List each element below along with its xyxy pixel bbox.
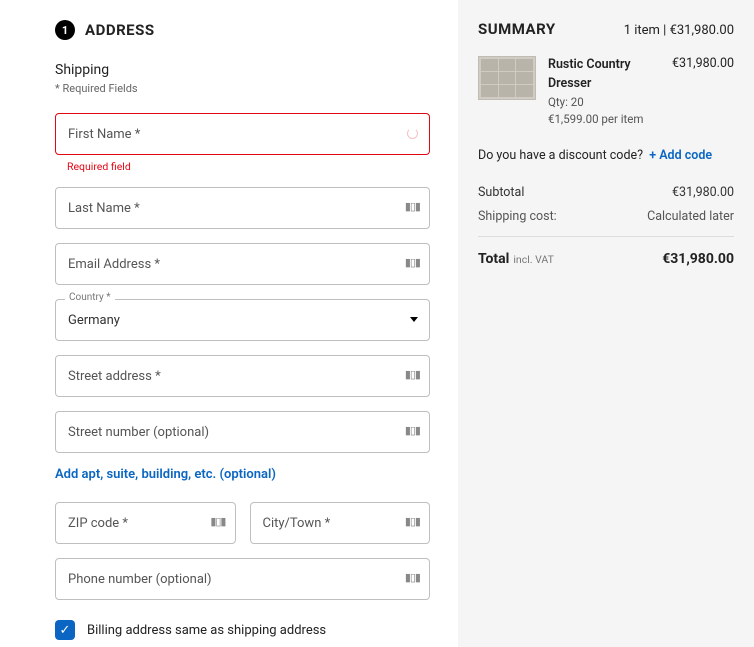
autofill-icon: ▮▯▮: [210, 515, 225, 528]
billing-same-label: Billing address same as shipping address: [87, 623, 326, 638]
phone-field: ▮▯▮: [55, 558, 430, 600]
shipping-heading: Shipping: [55, 62, 430, 78]
loading-spinner-icon: [407, 128, 418, 139]
incl-vat-note: incl. VAT: [513, 253, 554, 266]
email-input[interactable]: [55, 243, 430, 285]
product-qty: Qty: 20: [548, 94, 660, 111]
address-form-section: 1 ADDRESS Shipping * Required Fields Req…: [0, 0, 458, 647]
discount-question: Do you have a discount code?: [478, 148, 643, 163]
email-field: ▮▯▮: [55, 243, 430, 285]
street-field: ▮▯▮: [55, 355, 430, 397]
cart-item: Rustic Country Dresser Qty: 20 €1,599.00…: [478, 56, 734, 128]
country-select[interactable]: Germany: [55, 299, 430, 341]
summary-title: SUMMARY: [478, 20, 556, 38]
first-name-input[interactable]: [55, 113, 430, 155]
zip-input[interactable]: [55, 502, 236, 544]
autofill-icon: ▮▯▮: [405, 571, 420, 584]
total-label: Totalincl. VAT: [478, 251, 554, 267]
add-apt-link[interactable]: Add apt, suite, building, etc. (optional…: [55, 467, 430, 482]
autofill-icon: ▮▯▮: [405, 200, 420, 213]
first-name-field: Required field: [55, 113, 430, 173]
street-number-field: ▮▯▮: [55, 411, 430, 453]
shipping-cost-value: Calculated later: [647, 209, 734, 224]
first-name-error: Required field: [67, 160, 430, 173]
last-name-field: ▮▯▮: [55, 187, 430, 229]
required-fields-note: * Required Fields: [55, 82, 430, 95]
product-unit-price: €1,599.00 per item: [548, 111, 660, 128]
city-input[interactable]: [250, 502, 431, 544]
street-number-input[interactable]: [55, 411, 430, 453]
street-input[interactable]: [55, 355, 430, 397]
autofill-icon: ▮▯▮: [405, 424, 420, 437]
last-name-input[interactable]: [55, 187, 430, 229]
total-value: €31,980.00: [662, 251, 734, 267]
step-title: ADDRESS: [85, 21, 155, 39]
summary-count: 1 item | €31,980.00: [624, 23, 734, 38]
autofill-icon: ▮▯▮: [405, 368, 420, 381]
product-thumbnail: [478, 56, 536, 100]
step-header: 1 ADDRESS: [55, 20, 430, 40]
city-field: ▮▯▮: [250, 502, 431, 544]
subtotal-value: €31,980.00: [672, 185, 734, 200]
step-number-badge: 1: [55, 20, 75, 40]
subtotal-label: Subtotal: [478, 185, 524, 200]
shipping-cost-label: Shipping cost:: [478, 209, 557, 224]
country-field: Country * Germany: [55, 299, 430, 341]
country-label: Country *: [65, 292, 115, 303]
summary-divider: [478, 236, 734, 237]
chevron-down-icon: [410, 317, 418, 322]
checkmark-icon: ✓: [60, 623, 71, 638]
phone-input[interactable]: [55, 558, 430, 600]
autofill-icon: ▮▯▮: [405, 515, 420, 528]
billing-same-checkbox[interactable]: ✓: [55, 620, 75, 640]
add-discount-link[interactable]: + Add code: [649, 148, 712, 163]
discount-row: Do you have a discount code? + Add code: [478, 148, 734, 163]
autofill-icon: ▮▯▮: [405, 256, 420, 269]
zip-field: ▮▯▮: [55, 502, 236, 544]
billing-same-row: ✓ Billing address same as shipping addre…: [55, 620, 430, 640]
summary-panel: SUMMARY 1 item | €31,980.00 Rustic Count…: [458, 0, 754, 647]
product-name: Rustic Country Dresser: [548, 56, 660, 94]
product-line-price: €31,980.00: [672, 56, 734, 128]
